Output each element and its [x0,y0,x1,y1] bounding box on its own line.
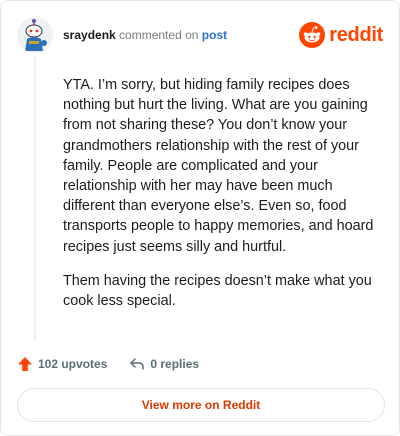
view-more-button[interactable]: View more on Reddit [17,388,385,422]
reddit-wordmark: reddit [329,24,383,46]
user-avatar[interactable] [17,17,53,53]
reply-icon [130,358,145,370]
comment-meta: sraydenk commented on post [63,27,227,43]
snoo-avatar-icon [17,17,53,53]
action-text: commented on [119,28,199,42]
username-link[interactable]: sraydenk [63,28,116,42]
comment-paragraph: YTA. I’m sorry, but hiding family recipe… [63,77,374,255]
reddit-snoo-icon [299,22,326,48]
upvote-button[interactable]: 102 upvotes [17,356,107,372]
comment-paragraph: Them having the recipes doesn’t make wha… [63,272,372,310]
comment-body: YTA. I’m sorry, but hiding family recipe… [63,75,375,325]
upvote-count: 102 upvotes [38,357,108,371]
reddit-logo[interactable]: reddit [299,20,383,50]
upvote-arrow-icon [18,357,32,371]
embedded-comment-card: sraydenk commented on post reddit YTA. I… [0,0,400,436]
comment-header: sraydenk commented on post reddit [17,15,383,55]
reply-button[interactable]: 0 replies [129,356,199,372]
post-link[interactable]: post [202,28,227,42]
comment-actions: 102 upvotes 0 replies [17,353,199,375]
reply-count: 0 replies [150,357,200,371]
thread-line [34,57,36,341]
